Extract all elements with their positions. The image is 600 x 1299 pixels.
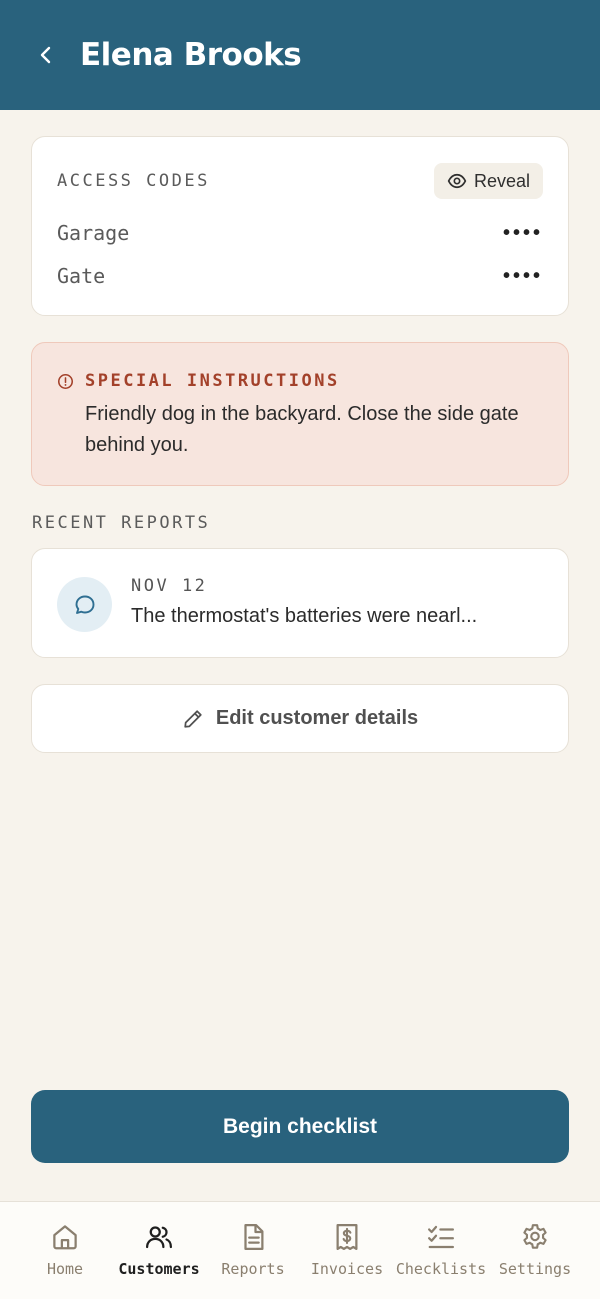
chat-bubble-icon bbox=[75, 595, 94, 614]
special-instructions-label: SPECIAL INSTRUCTIONS bbox=[85, 371, 340, 391]
back-button[interactable] bbox=[26, 35, 66, 75]
code-value: •••• bbox=[502, 264, 543, 287]
document-icon bbox=[244, 1224, 264, 1250]
tab-invoices[interactable]: Invoices bbox=[306, 1202, 388, 1299]
report-date: NOV 12 bbox=[131, 576, 208, 596]
page-title: Elena Brooks bbox=[80, 37, 302, 73]
eye-icon bbox=[447, 173, 467, 189]
begin-checklist-label: Begin checklist bbox=[222, 1114, 378, 1138]
checklist-icon bbox=[428, 1225, 454, 1249]
tab-label: Home bbox=[46, 1260, 84, 1278]
tab-label: Customers bbox=[118, 1260, 200, 1278]
home-icon bbox=[53, 1225, 77, 1250]
tab-home[interactable]: Home bbox=[30, 1202, 100, 1299]
pencil-icon bbox=[184, 709, 202, 728]
code-row-garage: Garage •••• bbox=[57, 221, 543, 245]
reveal-label: Reveal bbox=[473, 170, 530, 191]
bottom-tab-bar: Home Customers Reports Invoices Checklis… bbox=[0, 1201, 600, 1299]
receipt-dollar-icon bbox=[336, 1224, 358, 1250]
alert-circle-icon bbox=[57, 373, 74, 389]
tab-settings[interactable]: Settings bbox=[496, 1202, 574, 1299]
tab-customers[interactable]: Customers bbox=[114, 1202, 204, 1299]
tab-reports[interactable]: Reports bbox=[216, 1202, 290, 1299]
special-instructions-text: Friendly dog in the backyard. Close the … bbox=[85, 403, 519, 456]
reveal-button[interactable]: Reveal bbox=[433, 163, 543, 199]
tab-checklists[interactable]: Checklists bbox=[394, 1202, 488, 1299]
edit-customer-label: Edit customer details bbox=[215, 707, 419, 729]
access-codes-card: ACCESS CODES Reveal Garage •••• Gate •••… bbox=[31, 136, 569, 316]
app-header: Elena Brooks bbox=[0, 0, 600, 110]
special-instructions-card: SPECIAL INSTRUCTIONS Friendly dog in the… bbox=[31, 342, 569, 486]
code-row-gate: Gate •••• bbox=[57, 264, 543, 288]
special-instructions-header: SPECIAL INSTRUCTIONS bbox=[57, 371, 340, 391]
code-label: Garage bbox=[57, 221, 130, 245]
edit-customer-button[interactable]: Edit customer details bbox=[31, 684, 569, 753]
tab-label: Reports bbox=[221, 1260, 285, 1278]
recent-reports-label: RECENT REPORTS bbox=[32, 513, 211, 533]
code-label: Gate bbox=[57, 264, 106, 288]
gear-icon bbox=[523, 1224, 547, 1249]
report-item[interactable]: NOV 12 The thermostat's batteries were n… bbox=[31, 548, 569, 658]
access-codes-label: ACCESS CODES bbox=[57, 171, 210, 191]
report-preview: The thermostat's batteries were nearl... bbox=[131, 605, 478, 627]
tab-label: Settings bbox=[498, 1260, 572, 1278]
begin-checklist-button[interactable]: Begin checklist bbox=[31, 1090, 569, 1163]
users-icon bbox=[146, 1226, 172, 1249]
chevron-left-icon bbox=[40, 46, 51, 64]
report-avatar bbox=[57, 577, 112, 632]
tab-label: Checklists bbox=[395, 1260, 487, 1278]
code-value: •••• bbox=[502, 221, 543, 244]
tab-label: Invoices bbox=[310, 1260, 384, 1278]
